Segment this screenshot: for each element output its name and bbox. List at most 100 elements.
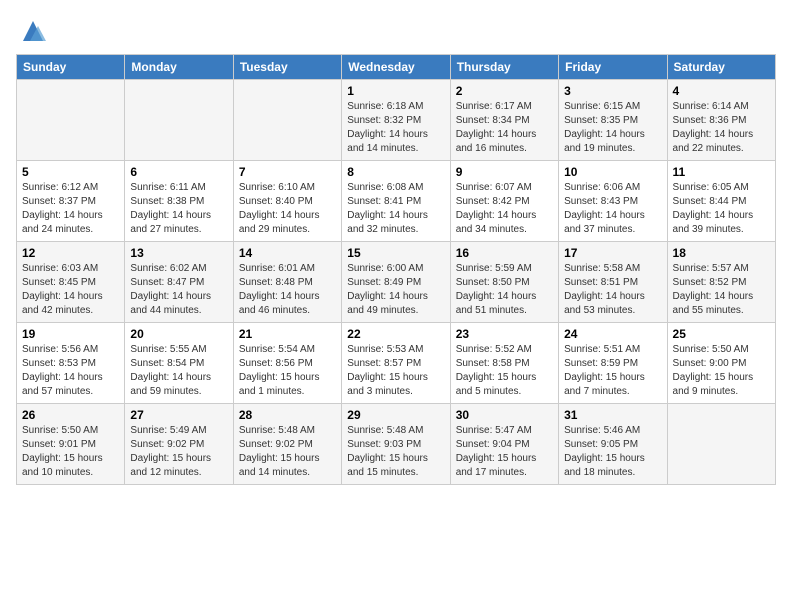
calendar-day-cell: 16 Sunrise: 5:59 AM Sunset: 8:50 PM Dayli… bbox=[450, 242, 558, 323]
day-of-week-header: Monday bbox=[125, 55, 233, 80]
day-number: 5 bbox=[22, 165, 119, 179]
calendar-day-cell: 31Sunrise: 5:46 AM Sunset: 9:05 PM Dayli… bbox=[559, 404, 667, 485]
day-number: 13 bbox=[130, 246, 227, 260]
day-number: 31 bbox=[564, 408, 661, 422]
day-number: 2 bbox=[456, 84, 553, 98]
calendar-day-cell: 11Sunrise: 6:05 AM Sunset: 8:44 PM Dayli… bbox=[667, 161, 775, 242]
calendar-day-cell: 29 Sunrise: 5:48 AM Sunset: 9:03 PM Dayli… bbox=[342, 404, 450, 485]
day-info: Sunrise: 6:18 AM Sunset: 8:32 PM Dayligh… bbox=[347, 100, 444, 156]
day-info: Sunrise: 6:02 AM Sunset: 8:47 PM Dayligh… bbox=[130, 262, 227, 318]
day-of-week-header: Thursday bbox=[450, 55, 558, 80]
calendar-day-cell: 13 Sunrise: 6:02 AM Sunset: 8:47 PM Dayli… bbox=[125, 242, 233, 323]
calendar-week-row: 1 Sunrise: 6:18 AM Sunset: 8:32 PM Daylig… bbox=[17, 80, 776, 161]
day-number: 30 bbox=[456, 408, 553, 422]
day-info: Sunrise: 6:03 AM Sunset: 8:45 PM Dayligh… bbox=[22, 262, 119, 318]
day-number: 28 bbox=[239, 408, 336, 422]
day-of-week-header: Friday bbox=[559, 55, 667, 80]
calendar-day-cell bbox=[233, 80, 341, 161]
calendar-day-cell bbox=[17, 80, 125, 161]
calendar-day-cell: 2 Sunrise: 6:17 AM Sunset: 8:34 PM Daylig… bbox=[450, 80, 558, 161]
calendar-day-cell: 4 Sunrise: 6:14 AM Sunset: 8:36 PM Daylig… bbox=[667, 80, 775, 161]
day-info: Sunrise: 6:00 AM Sunset: 8:49 PM Dayligh… bbox=[347, 262, 444, 318]
calendar-day-cell: 22 Sunrise: 5:53 AM Sunset: 8:57 PM Dayli… bbox=[342, 323, 450, 404]
day-info: Sunrise: 6:01 AM Sunset: 8:48 PM Dayligh… bbox=[239, 262, 336, 318]
calendar-day-cell: 5 Sunrise: 6:12 AM Sunset: 8:37 PM Daylig… bbox=[17, 161, 125, 242]
calendar-week-row: 26 Sunrise: 5:50 AM Sunset: 9:01 PM Dayli… bbox=[17, 404, 776, 485]
day-info: Sunrise: 5:47 AM Sunset: 9:04 PM Dayligh… bbox=[456, 424, 553, 480]
calendar-day-cell bbox=[125, 80, 233, 161]
calendar-day-cell: 10 Sunrise: 6:06 AM Sunset: 8:43 PM Dayli… bbox=[559, 161, 667, 242]
calendar-day-cell: 8Sunrise: 6:08 AM Sunset: 8:41 PM Daylig… bbox=[342, 161, 450, 242]
calendar-week-row: 5 Sunrise: 6:12 AM Sunset: 8:37 PM Daylig… bbox=[17, 161, 776, 242]
calendar-day-cell: 21 Sunrise: 5:54 AM Sunset: 8:56 PM Dayli… bbox=[233, 323, 341, 404]
day-info: Sunrise: 5:52 AM Sunset: 8:58 PM Dayligh… bbox=[456, 343, 553, 399]
calendar-day-cell: 27Sunrise: 5:49 AM Sunset: 9:02 PM Dayli… bbox=[125, 404, 233, 485]
day-number: 21 bbox=[239, 327, 336, 341]
calendar-day-cell: 14 Sunrise: 6:01 AM Sunset: 8:48 PM Dayli… bbox=[233, 242, 341, 323]
day-info: Sunrise: 5:48 AM Sunset: 9:02 PM Dayligh… bbox=[239, 424, 336, 480]
day-number: 22 bbox=[347, 327, 444, 341]
day-number: 19 bbox=[22, 327, 119, 341]
day-info: Sunrise: 5:50 AM Sunset: 9:00 PM Dayligh… bbox=[673, 343, 770, 399]
calendar-day-cell: 12 Sunrise: 6:03 AM Sunset: 8:45 PM Dayli… bbox=[17, 242, 125, 323]
day-info: Sunrise: 5:56 AM Sunset: 8:53 PM Dayligh… bbox=[22, 343, 119, 399]
day-number: 16 bbox=[456, 246, 553, 260]
calendar-day-cell: 20Sunrise: 5:55 AM Sunset: 8:54 PM Dayli… bbox=[125, 323, 233, 404]
day-info: Sunrise: 5:53 AM Sunset: 8:57 PM Dayligh… bbox=[347, 343, 444, 399]
day-of-week-header: Saturday bbox=[667, 55, 775, 80]
day-number: 8 bbox=[347, 165, 444, 179]
calendar-day-cell: 28 Sunrise: 5:48 AM Sunset: 9:02 PM Dayli… bbox=[233, 404, 341, 485]
day-of-week-header: Tuesday bbox=[233, 55, 341, 80]
calendar-header-row: SundayMondayTuesdayWednesdayThursdayFrid… bbox=[17, 55, 776, 80]
day-info: Sunrise: 5:49 AM Sunset: 9:02 PM Dayligh… bbox=[130, 424, 227, 480]
day-info: Sunrise: 6:17 AM Sunset: 8:34 PM Dayligh… bbox=[456, 100, 553, 156]
day-info: Sunrise: 6:11 AM Sunset: 8:38 PM Dayligh… bbox=[130, 181, 227, 237]
calendar-day-cell: 15 Sunrise: 6:00 AM Sunset: 8:49 PM Dayli… bbox=[342, 242, 450, 323]
page-header bbox=[16, 16, 776, 46]
calendar-day-cell: 19 Sunrise: 5:56 AM Sunset: 8:53 PM Dayli… bbox=[17, 323, 125, 404]
day-number: 12 bbox=[22, 246, 119, 260]
day-number: 24 bbox=[564, 327, 661, 341]
calendar-day-cell: 26 Sunrise: 5:50 AM Sunset: 9:01 PM Dayli… bbox=[17, 404, 125, 485]
calendar-week-row: 19 Sunrise: 5:56 AM Sunset: 8:53 PM Dayli… bbox=[17, 323, 776, 404]
calendar-day-cell: 7Sunrise: 6:10 AM Sunset: 8:40 PM Daylig… bbox=[233, 161, 341, 242]
day-number: 3 bbox=[564, 84, 661, 98]
day-number: 7 bbox=[239, 165, 336, 179]
day-number: 9 bbox=[456, 165, 553, 179]
day-info: Sunrise: 5:50 AM Sunset: 9:01 PM Dayligh… bbox=[22, 424, 119, 480]
day-info: Sunrise: 5:54 AM Sunset: 8:56 PM Dayligh… bbox=[239, 343, 336, 399]
day-info: Sunrise: 5:59 AM Sunset: 8:50 PM Dayligh… bbox=[456, 262, 553, 318]
logo bbox=[16, 16, 48, 46]
day-info: Sunrise: 6:14 AM Sunset: 8:36 PM Dayligh… bbox=[673, 100, 770, 156]
calendar-day-cell: 9Sunrise: 6:07 AM Sunset: 8:42 PM Daylig… bbox=[450, 161, 558, 242]
calendar-day-cell: 3 Sunrise: 6:15 AM Sunset: 8:35 PM Daylig… bbox=[559, 80, 667, 161]
calendar-day-cell: 24 Sunrise: 5:51 AM Sunset: 8:59 PM Dayli… bbox=[559, 323, 667, 404]
day-number: 14 bbox=[239, 246, 336, 260]
day-of-week-header: Wednesday bbox=[342, 55, 450, 80]
calendar-day-cell: 30 Sunrise: 5:47 AM Sunset: 9:04 PM Dayli… bbox=[450, 404, 558, 485]
day-info: Sunrise: 6:15 AM Sunset: 8:35 PM Dayligh… bbox=[564, 100, 661, 156]
day-number: 10 bbox=[564, 165, 661, 179]
day-number: 18 bbox=[673, 246, 770, 260]
day-info: Sunrise: 6:06 AM Sunset: 8:43 PM Dayligh… bbox=[564, 181, 661, 237]
day-info: Sunrise: 5:58 AM Sunset: 8:51 PM Dayligh… bbox=[564, 262, 661, 318]
day-number: 4 bbox=[673, 84, 770, 98]
day-number: 20 bbox=[130, 327, 227, 341]
day-info: Sunrise: 5:51 AM Sunset: 8:59 PM Dayligh… bbox=[564, 343, 661, 399]
day-number: 15 bbox=[347, 246, 444, 260]
calendar-table: SundayMondayTuesdayWednesdayThursdayFrid… bbox=[16, 54, 776, 485]
day-number: 1 bbox=[347, 84, 444, 98]
day-number: 26 bbox=[22, 408, 119, 422]
day-number: 29 bbox=[347, 408, 444, 422]
day-info: Sunrise: 6:05 AM Sunset: 8:44 PM Dayligh… bbox=[673, 181, 770, 237]
calendar-day-cell: 6 Sunrise: 6:11 AM Sunset: 8:38 PM Daylig… bbox=[125, 161, 233, 242]
day-of-week-header: Sunday bbox=[17, 55, 125, 80]
day-number: 23 bbox=[456, 327, 553, 341]
day-info: Sunrise: 5:48 AM Sunset: 9:03 PM Dayligh… bbox=[347, 424, 444, 480]
logo-icon bbox=[18, 16, 48, 46]
day-number: 6 bbox=[130, 165, 227, 179]
calendar-day-cell: 18Sunrise: 5:57 AM Sunset: 8:52 PM Dayli… bbox=[667, 242, 775, 323]
day-info: Sunrise: 6:12 AM Sunset: 8:37 PM Dayligh… bbox=[22, 181, 119, 237]
calendar-day-cell: 25Sunrise: 5:50 AM Sunset: 9:00 PM Dayli… bbox=[667, 323, 775, 404]
calendar-day-cell: 23 Sunrise: 5:52 AM Sunset: 8:58 PM Dayli… bbox=[450, 323, 558, 404]
